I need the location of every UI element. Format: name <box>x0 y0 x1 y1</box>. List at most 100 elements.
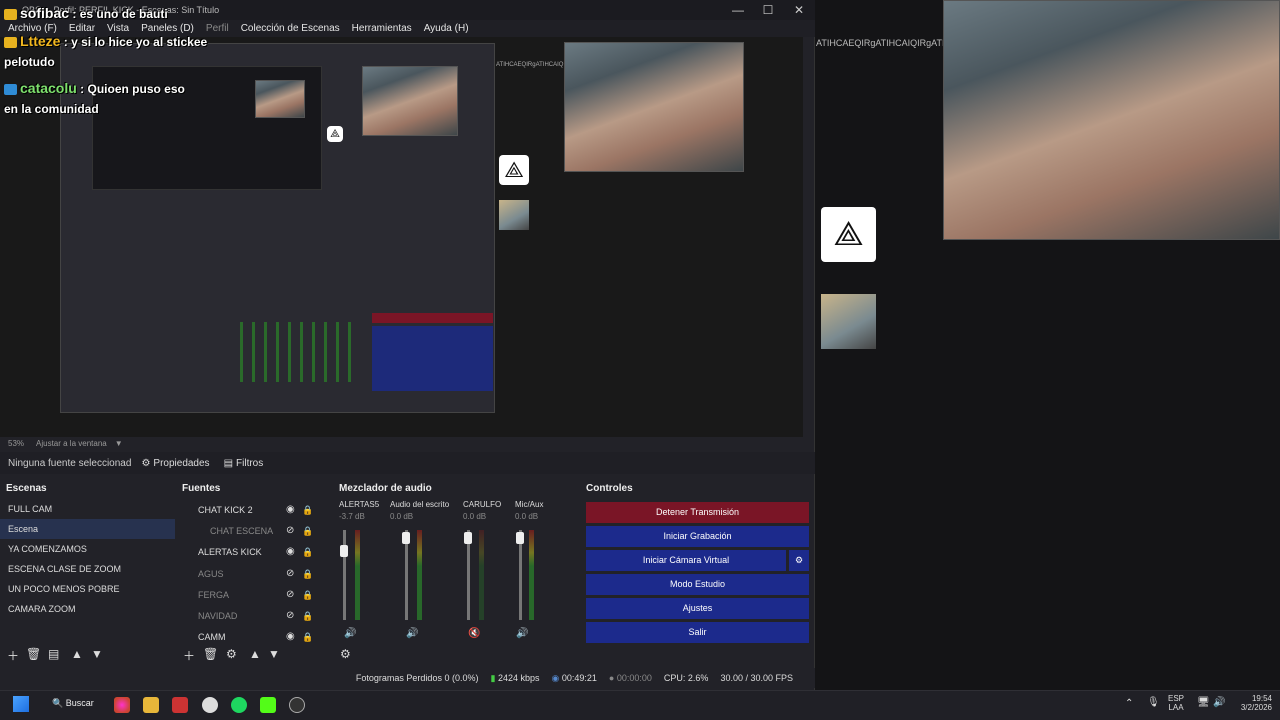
volume-meter <box>529 530 534 620</box>
menu-herramientas[interactable]: Herramientas <box>352 23 412 34</box>
channel-db: -3.7 dB <box>339 512 365 521</box>
minimize-button[interactable]: — <box>723 2 753 18</box>
sticker-thumb <box>821 294 876 349</box>
properties-button[interactable]: Propiedades <box>153 458 209 469</box>
fader-knob[interactable] <box>516 532 524 544</box>
sources-header: Fuentes <box>182 483 221 494</box>
eye-off-icon[interactable]: ⊘ <box>286 606 294 626</box>
browser-icon[interactable] <box>114 697 130 713</box>
channel-name: Mic/Aux <box>515 500 544 509</box>
scene-item[interactable]: CAMARA ZOOM <box>0 599 175 619</box>
volume-fader[interactable] <box>343 530 346 620</box>
chevron-down-icon[interactable]: ▼ <box>268 647 280 661</box>
source-item[interactable]: NAVIDAD ⊘ 🔒 <box>180 606 330 626</box>
scene-item[interactable]: Escena <box>0 519 175 539</box>
logo-icon: ⟁ <box>499 155 529 185</box>
start-recording-button[interactable]: Iniciar Grabación <box>586 526 809 547</box>
chevron-up-icon[interactable]: ▲ <box>71 647 83 661</box>
add-icon[interactable]: ＋ <box>183 647 195 664</box>
studio-mode-button[interactable]: Modo Estudio <box>586 574 809 595</box>
eye-icon[interactable]: ◉ <box>286 542 295 562</box>
chevron-down-icon[interactable]: ▼ <box>91 647 103 661</box>
lock-icon[interactable]: 🔒 <box>302 500 313 520</box>
source-item[interactable]: CHAT KICK 2 ◉ 🔒 <box>180 500 330 520</box>
fader-knob[interactable] <box>464 532 472 544</box>
source-item[interactable]: CHAT ESCENA ⊘ 🔒 <box>180 521 330 541</box>
filter-icon[interactable]: ▤ <box>48 647 59 661</box>
eye-icon[interactable]: ◉ <box>286 627 295 647</box>
chevron-down-icon[interactable]: ▼ <box>115 439 123 448</box>
taskbar <box>0 690 1280 720</box>
search-icon: 🔍 <box>52 698 64 708</box>
fader-knob[interactable] <box>340 545 348 557</box>
webcam-feed <box>943 0 1280 240</box>
chevron-up-icon[interactable]: ⌃ <box>1125 698 1133 709</box>
scene-item[interactable]: UN POCO MENOS POBRE <box>0 579 175 599</box>
mixer-header: Mezclador de audio <box>339 483 432 494</box>
lock-icon[interactable]: 🔒 <box>302 627 313 647</box>
folder-icon[interactable] <box>143 697 159 713</box>
nested-cam-small <box>255 80 305 118</box>
lock-icon[interactable]: 🔒 <box>302 521 313 541</box>
app-icon[interactable] <box>172 697 188 713</box>
gear-icon[interactable]: ⚙ <box>340 647 351 661</box>
speaker-muted-icon[interactable]: 🔇 <box>468 628 480 639</box>
source-label: NAVIDAD <box>198 611 238 621</box>
chevron-up-icon[interactable]: ▲ <box>249 647 261 661</box>
eye-off-icon[interactable]: ⊘ <box>286 585 294 605</box>
lock-icon[interactable]: 🔒 <box>302 585 313 605</box>
scene-item[interactable]: FULL CAM <box>0 499 175 519</box>
taskbar-search[interactable]: 🔍 Buscar <box>52 698 94 709</box>
menu-perfil[interactable]: Perfil <box>206 23 229 34</box>
stop-stream-button[interactable]: Detener Transmisión <box>586 502 809 523</box>
gear-icon[interactable]: ⚙ <box>789 550 809 571</box>
source-item[interactable]: AGUS ⊘ 🔒 <box>180 564 330 584</box>
filters-button[interactable]: Filtros <box>236 458 263 469</box>
channel-db: 0.0 dB <box>390 512 414 521</box>
chatgpt-icon[interactable] <box>202 697 218 713</box>
eye-off-icon[interactable]: ⊘ <box>286 521 294 541</box>
obs-icon[interactable] <box>289 697 305 713</box>
source-label: CHAT ESCENA <box>210 526 274 536</box>
scene-item[interactable]: YA COMENZAMOS <box>0 539 175 559</box>
network-icon[interactable]: 🖥 <box>1197 697 1210 708</box>
chat-line-1: sofibac : es uno de bauti <box>4 5 168 21</box>
windows-start-icon[interactable] <box>13 696 29 712</box>
lock-icon[interactable]: 🔒 <box>302 542 313 562</box>
preview-webcam <box>564 42 744 172</box>
trash-icon[interactable]: 🗑 <box>203 647 218 661</box>
kick-icon[interactable] <box>260 697 276 713</box>
gear-icon[interactable]: ⚙ <box>226 647 237 661</box>
settings-button[interactable]: Ajustes <box>586 598 809 619</box>
mic-icon[interactable]: 🎙 <box>1147 697 1160 708</box>
spotify-icon[interactable] <box>231 697 247 713</box>
mini-controls <box>372 326 493 391</box>
close-button[interactable]: ✕ <box>784 2 814 18</box>
trash-icon[interactable]: 🗑 <box>26 647 41 661</box>
source-item[interactable]: ALERTAS KICK ◉ 🔒 <box>180 542 330 562</box>
maximize-button[interactable]: ☐ <box>753 2 783 18</box>
add-icon[interactable]: ＋ <box>7 647 19 664</box>
fit-dropdown[interactable]: Ajustar a la ventana <box>36 439 107 448</box>
lock-icon[interactable]: 🔒 <box>302 606 313 626</box>
eye-off-icon[interactable]: ⊘ <box>286 564 294 584</box>
speaker-icon[interactable]: 🔊 <box>406 628 418 639</box>
lock-icon[interactable]: 🔒 <box>302 564 313 584</box>
mini-stop-button <box>372 313 493 323</box>
clock[interactable]: 19:54 3/2/2026 <box>1226 694 1272 712</box>
virtual-camera-button[interactable]: Iniciar Cámara Virtual <box>586 550 786 571</box>
channel-name: CARULFO <box>463 500 502 509</box>
eye-icon[interactable]: ◉ <box>286 500 295 520</box>
scene-item[interactable]: ESCENA CLASE DE ZOOM <box>0 559 175 579</box>
volume-icon[interactable]: 🔊 <box>1213 697 1225 708</box>
channel-db: 0.0 dB <box>515 512 539 521</box>
speaker-icon[interactable]: 🔊 <box>344 628 356 639</box>
menu-ayuda[interactable]: Ayuda (H) <box>424 23 469 34</box>
fader-knob[interactable] <box>402 532 410 544</box>
source-item[interactable]: CAMM ◉ 🔒 <box>180 627 330 647</box>
speaker-icon[interactable]: 🔊 <box>516 628 528 639</box>
language-indicator[interactable]: ESP LAA <box>1168 694 1184 712</box>
menu-coleccion[interactable]: Colección de Escenas <box>241 23 340 34</box>
source-item[interactable]: FERGA ⊘ 🔒 <box>180 585 330 605</box>
exit-button[interactable]: Salir <box>586 622 809 643</box>
